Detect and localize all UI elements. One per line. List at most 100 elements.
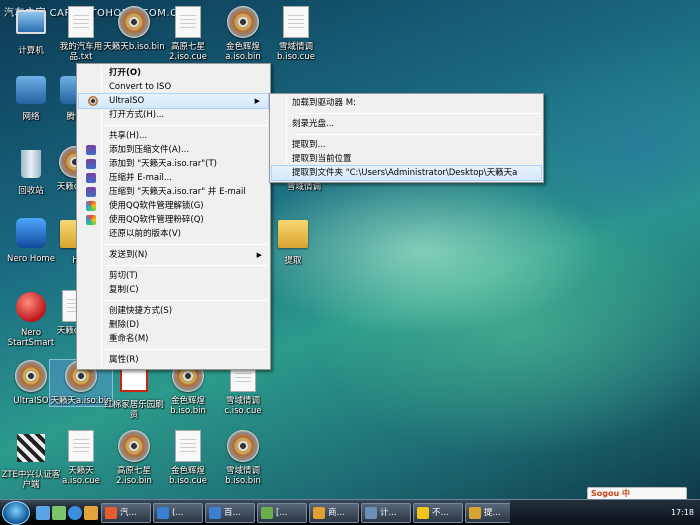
taskbar-button[interactable]: 提... xyxy=(465,503,515,523)
desktop-icon-label: 金色辉煌b.iso.bin xyxy=(170,396,206,416)
desktop-icon[interactable]: 雪域情调b.iso.bin xyxy=(212,430,274,486)
desktop-icon[interactable]: 雪域情调b.iso.cue xyxy=(265,6,327,62)
desktop-icon-label: 提取 xyxy=(284,256,302,266)
menu-separator xyxy=(296,113,541,114)
winrar-icon xyxy=(86,159,96,169)
menu-item[interactable]: 属性(R) xyxy=(77,353,270,367)
disc-icon xyxy=(14,360,48,394)
desktop-icon[interactable]: 高原七星2.iso.bin xyxy=(103,430,165,486)
folder-icon xyxy=(276,220,310,254)
taskbar-app-icon xyxy=(209,507,221,519)
doc-icon xyxy=(171,430,205,464)
menu-item[interactable]: 创建快捷方式(S) xyxy=(77,304,270,318)
menu-item-label: 复制(C) xyxy=(109,285,139,295)
desktop-icon-label: 金色辉煌b.iso.cue xyxy=(169,466,207,486)
taskbar-button-label: 计... xyxy=(380,508,397,518)
desktop-icon[interactable]: 天籁天b.iso.bin xyxy=(103,6,165,52)
menu-separator xyxy=(103,265,268,266)
menu-item-label: 添加到压缩文件(A)... xyxy=(109,145,190,155)
doc-icon xyxy=(64,430,98,464)
quicklaunch-media-icon[interactable] xyxy=(84,506,98,520)
menu-item[interactable]: 删除(D) xyxy=(77,318,270,332)
menu-item-label: 属性(R) xyxy=(109,355,139,365)
menu-item[interactable]: 剪切(T) xyxy=(77,269,270,283)
taskbar-button[interactable]: 不... xyxy=(413,503,463,523)
menu-item[interactable]: UltraISO ▶ xyxy=(78,93,269,109)
system-tray: 17:18 xyxy=(510,500,700,525)
start-button[interactable] xyxy=(2,501,30,525)
menu-item[interactable]: 添加到 "天籁天a.iso.rar"(T) xyxy=(77,157,270,171)
taskbar-button[interactable]: 百... xyxy=(205,503,255,523)
qq-manager-icon xyxy=(86,201,96,211)
quicklaunch-ie-icon[interactable] xyxy=(68,506,82,520)
desktop-icon-label: 高原七星2.iso.cue xyxy=(169,42,207,62)
menu-item-label: 重命名(M) xyxy=(109,334,149,344)
menu-item[interactable]: 复制(C) xyxy=(77,283,270,297)
taskbar-button-label: 提... xyxy=(484,508,501,518)
menu-item-label: 提取到当前位置 xyxy=(292,154,352,164)
menu-item-label: 剪切(T) xyxy=(109,271,138,281)
menu-item-label: 使用QQ软件管理解锁(G) xyxy=(109,201,204,211)
context-menu: 打开(O) Convert to ISO UltraISO ▶ 打开方式(H)... 共享… xyxy=(76,63,271,370)
menu-item[interactable]: 打开(O) xyxy=(77,66,270,80)
menu-item[interactable]: 刻录光盘... xyxy=(270,117,543,131)
menu-item[interactable]: Convert to ISO xyxy=(77,80,270,94)
desktop-icon-label: 雪域情调b.iso.cue xyxy=(277,42,315,62)
menu-item[interactable]: 还原以前的版本(V) xyxy=(77,227,270,241)
menu-item[interactable]: 压缩到 "天籁天a.iso.rar" 并 E-mail xyxy=(77,185,270,199)
quicklaunch-desktop-icon[interactable] xyxy=(36,506,50,520)
disc-icon xyxy=(117,430,151,464)
taskbar-button[interactable]: 商... xyxy=(309,503,359,523)
menu-item-label: 使用QQ软件管理粉碎(Q) xyxy=(109,215,204,225)
computer-icon xyxy=(14,10,48,44)
ultraiso-submenu: 加载到驱动器 M: 刻录光盘... 提取到... 提取到当前位置提取到文件夹 "C:\… xyxy=(269,93,544,183)
taskbar-button-label: 不... xyxy=(432,508,449,518)
taskbar-app-icon xyxy=(313,507,325,519)
desktop-icon-label: 雪域情调b.iso.bin xyxy=(225,466,261,486)
taskbar-app-icon xyxy=(417,507,429,519)
clock[interactable]: 17:18 xyxy=(671,508,694,517)
menu-item[interactable]: 压缩并 E-mail... xyxy=(77,171,270,185)
desktop-icon[interactable]: 提取 xyxy=(262,216,324,266)
menu-item[interactable]: 添加到压缩文件(A)... xyxy=(77,143,270,157)
disc-icon xyxy=(226,430,260,464)
menu-item-label: 发送到(N) xyxy=(109,250,148,260)
taskbar-button[interactable]: 计... xyxy=(361,503,411,523)
menu-item[interactable]: 使用QQ软件管理粉碎(Q) xyxy=(77,213,270,227)
desktop-icon[interactable]: 金色辉煌b.iso.cue xyxy=(157,430,219,486)
quicklaunch-switch-icon[interactable] xyxy=(52,506,66,520)
winrar-icon xyxy=(86,187,96,197)
taskbar-button[interactable]: [... xyxy=(257,503,307,523)
menu-item[interactable]: 提取到文件夹 "C:\Users\Administrator\Desktop\天… xyxy=(271,165,542,181)
menu-item[interactable]: 使用QQ软件管理解锁(G) xyxy=(77,199,270,213)
taskbar-button[interactable]: (... xyxy=(153,503,203,523)
taskbar-button-label: (... xyxy=(172,508,184,518)
menu-item-label: 刻录光盘... xyxy=(292,119,335,129)
menu-separator xyxy=(103,349,268,350)
menu-item[interactable]: 重命名(M) xyxy=(77,332,270,346)
desktop-icon[interactable]: 高原七星2.iso.cue xyxy=(157,6,219,62)
menu-separator xyxy=(296,134,541,135)
ultraiso-icon xyxy=(88,96,98,106)
menu-item[interactable]: 提取到当前位置 xyxy=(270,152,543,166)
menu-item[interactable]: 加载到驱动器 M: xyxy=(270,96,543,110)
menu-item-label: 加载到驱动器 M: xyxy=(292,98,356,108)
doc-icon xyxy=(171,6,205,40)
menu-separator xyxy=(103,300,268,301)
menu-item[interactable]: 共享(H)... xyxy=(77,129,270,143)
taskbar-app-icon xyxy=(157,507,169,519)
submenu-arrow-icon: ▶ xyxy=(254,97,260,105)
sogou-label: Sogou 中 xyxy=(591,489,630,498)
menu-item-label: 提取到文件夹 "C:\Users\Administrator\Desktop\天… xyxy=(292,168,518,178)
menu-item-label: UltraISO xyxy=(109,96,145,106)
winrar-icon xyxy=(86,145,96,155)
menu-item[interactable]: 提取到... xyxy=(270,138,543,152)
taskbar-app-icon xyxy=(469,507,481,519)
taskbar-button[interactable]: 汽... xyxy=(101,503,151,523)
nero_blue-icon xyxy=(14,218,48,252)
disc-icon xyxy=(117,6,151,40)
qq-manager-icon xyxy=(86,215,96,225)
desktop-icon-label: 高原七星2.iso.bin xyxy=(116,466,152,486)
menu-item[interactable]: 发送到(N) ▶ xyxy=(77,248,270,262)
menu-item[interactable]: 打开方式(H)... xyxy=(77,108,270,122)
